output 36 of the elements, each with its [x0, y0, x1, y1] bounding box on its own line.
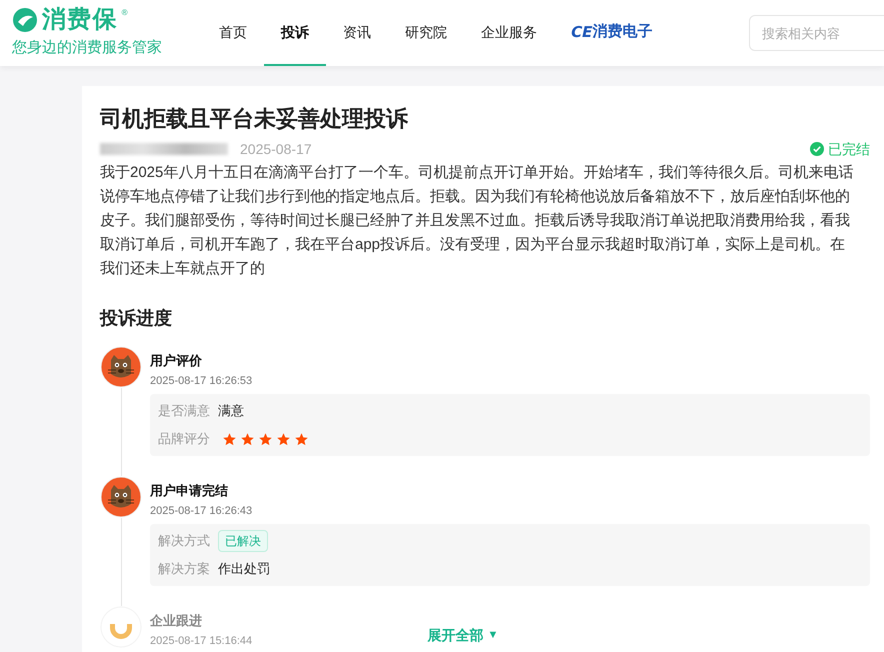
leaf-logo-icon — [12, 6, 38, 33]
field-label: 解决方案 — [158, 560, 210, 578]
brand-nav-link[interactable]: CE消费电子 — [554, 0, 670, 66]
brand-name: 消费保 — [42, 8, 118, 32]
star-icon — [294, 432, 309, 446]
field-value: 满意 — [218, 402, 244, 420]
nav-link[interactable]: 研究院 — [388, 0, 464, 66]
field-label: 解决方式 — [158, 532, 210, 550]
event-time: 2025-08-17 16:26:43 — [150, 504, 252, 518]
complaint-text: 我于2025年八月十五日在滴滴平台打了一个车。司机提前点开订单开始。开始堵车，我们等待很久后。司机来电话说停车地点停错了让我们步行到他的指定地点后。拒载。因为我们有轮椅他说放后备箱放不下，放后座怕刮坏他的皮子。我们腿部受伤，等待时间过长腿已经肿了并且发黑不过血。拒载后诱导我取消订单说把取消费用给我，看我取消订单后，司机开车跑了，我在平台app投诉后。没有受理，因为平台显示我超时取消订单，实际上是司机。在我们还未上车就点开了的 — [100, 163, 854, 279]
search-field[interactable]: 搜索相关内容 — [749, 15, 884, 51]
star-icon — [276, 432, 291, 446]
event-title: 用户申请完结 — [150, 482, 228, 500]
field-value: 作出处罚 — [218, 560, 270, 578]
nav-link[interactable]: 首页 — [202, 0, 264, 66]
star-icon — [222, 432, 237, 446]
complaint-title: 司机拒载且平台未妥善处理投诉 — [100, 105, 409, 133]
field-label: 是否满意 — [158, 402, 210, 420]
event-title: 用户评价 — [150, 352, 202, 370]
complaint-date: 2025-08-17 — [240, 140, 312, 158]
check-circle-icon — [810, 142, 824, 156]
star-icon — [240, 432, 255, 446]
event-title: 企业跟进 — [150, 612, 202, 630]
nav-link[interactable]: 投诉 — [264, 0, 326, 66]
field-label: 品牌评分 — [158, 430, 210, 448]
nav-link[interactable]: 资讯 — [326, 0, 388, 66]
event-time: 2025-08-17 16:26:53 — [150, 374, 252, 388]
star-icon — [258, 432, 273, 446]
registered-mark: ® — [122, 6, 128, 19]
status-label: 已完结 — [828, 140, 870, 158]
nav-link[interactable]: 企业服务 — [464, 0, 554, 66]
event-time: 2025-08-17 15:16:44 — [150, 634, 252, 648]
status-tag: 已解决 — [218, 530, 268, 552]
caret-icon: ▼ — [488, 627, 498, 644]
brand-slogan: 您身边的消费服务管家 — [12, 38, 163, 58]
section-title: 投诉进度 — [100, 307, 173, 330]
